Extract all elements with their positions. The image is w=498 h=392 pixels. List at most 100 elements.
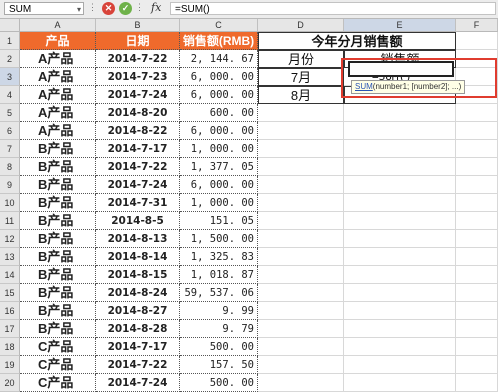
row-header-7[interactable]: 7 xyxy=(0,140,20,158)
function-icon[interactable]: fx xyxy=(151,1,161,14)
table-cell-product[interactable]: B产品 xyxy=(20,320,96,338)
empty-cell[interactable] xyxy=(258,176,344,194)
row-header-20[interactable]: 20 xyxy=(0,374,20,392)
table-cell-sales[interactable]: 59, 537. 06 xyxy=(180,284,258,302)
table-cell-date[interactable]: 2014-8-14 xyxy=(96,248,180,266)
empty-cell[interactable] xyxy=(258,158,344,176)
table-cell-product[interactable]: B产品 xyxy=(20,158,96,176)
empty-cell[interactable] xyxy=(456,374,498,392)
column-header-B[interactable]: B xyxy=(96,19,180,32)
table-cell-sales[interactable]: 157. 50 xyxy=(180,356,258,374)
row-header-19[interactable]: 19 xyxy=(0,356,20,374)
header-cell-product[interactable]: 产品 xyxy=(20,32,96,50)
row-header-6[interactable]: 6 xyxy=(0,122,20,140)
empty-cell[interactable] xyxy=(456,122,498,140)
summary-month-header[interactable]: 月份 xyxy=(258,50,344,68)
empty-cell[interactable] xyxy=(456,230,498,248)
table-cell-date[interactable]: 2014-8-15 xyxy=(96,266,180,284)
table-cell-date[interactable]: 2014-7-23 xyxy=(96,68,180,86)
table-cell-date[interactable]: 2014-8-20 xyxy=(96,104,180,122)
empty-cell[interactable] xyxy=(456,158,498,176)
empty-cell[interactable] xyxy=(258,356,344,374)
table-cell-sales[interactable]: 500. 00 xyxy=(180,374,258,392)
empty-cell[interactable] xyxy=(456,176,498,194)
table-cell-product[interactable]: C产品 xyxy=(20,338,96,356)
empty-cell[interactable] xyxy=(258,248,344,266)
empty-cell[interactable] xyxy=(456,266,498,284)
row-header-16[interactable]: 16 xyxy=(0,302,20,320)
empty-cell[interactable] xyxy=(258,266,344,284)
row-header-18[interactable]: 18 xyxy=(0,338,20,356)
table-cell-sales[interactable]: 9. 99 xyxy=(180,302,258,320)
row-header-15[interactable]: 15 xyxy=(0,284,20,302)
header-cell-sales[interactable]: 销售额(RMB) xyxy=(180,32,258,50)
empty-cell[interactable] xyxy=(456,284,498,302)
empty-cell[interactable] xyxy=(456,32,498,50)
table-cell-date[interactable]: 2014-7-31 xyxy=(96,194,180,212)
table-cell-sales[interactable]: 1, 018. 87 xyxy=(180,266,258,284)
empty-cell[interactable] xyxy=(258,104,344,122)
confirm-icon[interactable]: ✓ xyxy=(119,2,132,15)
empty-cell[interactable] xyxy=(456,338,498,356)
table-cell-product[interactable]: B产品 xyxy=(20,140,96,158)
empty-cell[interactable] xyxy=(456,356,498,374)
table-cell-sales[interactable]: 1, 000. 00 xyxy=(180,140,258,158)
empty-cell[interactable] xyxy=(258,374,344,392)
row-header-13[interactable]: 13 xyxy=(0,248,20,266)
empty-cell[interactable] xyxy=(456,320,498,338)
table-cell-product[interactable]: B产品 xyxy=(20,194,96,212)
empty-cell[interactable] xyxy=(344,284,456,302)
table-cell-sales[interactable]: 6, 000. 00 xyxy=(180,86,258,104)
table-cell-sales[interactable]: 1, 000. 00 xyxy=(180,194,258,212)
empty-cell[interactable] xyxy=(344,320,456,338)
row-header-14[interactable]: 14 xyxy=(0,266,20,284)
row-header-17[interactable]: 17 xyxy=(0,320,20,338)
table-cell-product[interactable]: A产品 xyxy=(20,104,96,122)
row-header-8[interactable]: 8 xyxy=(0,158,20,176)
row-header-9[interactable]: 9 xyxy=(0,176,20,194)
table-cell-sales[interactable]: 600. 00 xyxy=(180,104,258,122)
table-cell-sales[interactable]: 1, 377. 05 xyxy=(180,158,258,176)
table-cell-sales[interactable]: 9. 79 xyxy=(180,320,258,338)
empty-cell[interactable] xyxy=(456,248,498,266)
table-cell-product[interactable]: C产品 xyxy=(20,374,96,392)
empty-cell[interactable] xyxy=(258,212,344,230)
empty-cell[interactable] xyxy=(456,104,498,122)
empty-cell[interactable] xyxy=(258,194,344,212)
header-cell-date[interactable]: 日期 xyxy=(96,32,180,50)
table-cell-date[interactable]: 2014-7-24 xyxy=(96,176,180,194)
table-cell-product[interactable]: B产品 xyxy=(20,284,96,302)
table-cell-sales[interactable]: 151. 05 xyxy=(180,212,258,230)
empty-cell[interactable] xyxy=(344,338,456,356)
table-cell-sales[interactable]: 6, 000. 00 xyxy=(180,68,258,86)
table-cell-date[interactable]: 2014-7-22 xyxy=(96,50,180,68)
table-cell-product[interactable]: B产品 xyxy=(20,212,96,230)
empty-cell[interactable] xyxy=(258,284,344,302)
empty-cell[interactable] xyxy=(344,212,456,230)
table-cell-date[interactable]: 2014-8-22 xyxy=(96,122,180,140)
chevron-down-icon[interactable]: ▾ xyxy=(77,3,81,16)
table-cell-product[interactable]: B产品 xyxy=(20,248,96,266)
empty-cell[interactable] xyxy=(344,356,456,374)
table-cell-product[interactable]: B产品 xyxy=(20,230,96,248)
column-header-F[interactable]: F xyxy=(456,19,498,32)
empty-cell[interactable] xyxy=(344,176,456,194)
empty-cell[interactable] xyxy=(344,302,456,320)
table-cell-product[interactable]: A产品 xyxy=(20,122,96,140)
tooltip-function-link[interactable]: SUM xyxy=(355,82,373,91)
row-header-11[interactable]: 11 xyxy=(0,212,20,230)
summary-month-cell[interactable]: 7月 xyxy=(258,68,344,86)
table-cell-date[interactable]: 2014-8-5 xyxy=(96,212,180,230)
table-cell-sales[interactable]: 1, 325. 83 xyxy=(180,248,258,266)
empty-cell[interactable] xyxy=(456,212,498,230)
empty-cell[interactable] xyxy=(456,140,498,158)
empty-cell[interactable] xyxy=(258,122,344,140)
empty-cell[interactable] xyxy=(344,104,456,122)
table-cell-date[interactable]: 2014-7-22 xyxy=(96,158,180,176)
table-cell-date[interactable]: 2014-8-28 xyxy=(96,320,180,338)
table-cell-product[interactable]: A产品 xyxy=(20,50,96,68)
empty-cell[interactable] xyxy=(456,194,498,212)
table-cell-date[interactable]: 2014-7-24 xyxy=(96,374,180,392)
column-header-C[interactable]: C xyxy=(180,19,258,32)
empty-cell[interactable] xyxy=(344,230,456,248)
